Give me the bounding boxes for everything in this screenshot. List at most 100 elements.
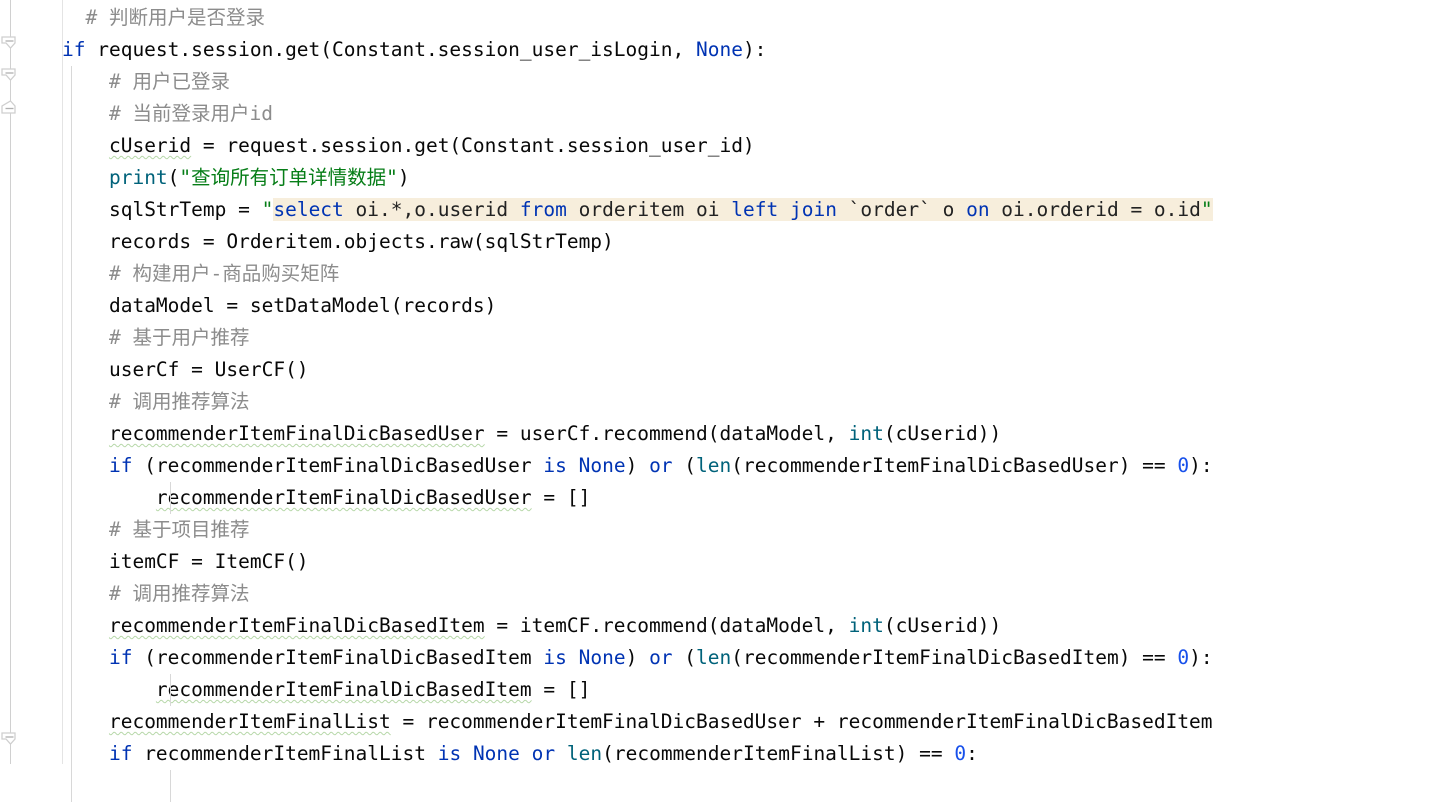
number-zero: 0	[954, 742, 967, 765]
code-text: ):	[1189, 646, 1213, 669]
builtin-len: len	[696, 646, 732, 669]
code-text: dataModel = setDataModel(records)	[108, 294, 497, 317]
comment-token: # 调用推荐算法	[108, 582, 250, 605]
sql-text: oi.*,o.userid	[343, 198, 520, 221]
sql-text: orderitem oi	[566, 198, 732, 221]
variable-recommender-item: recommenderItemFinalDicBasedItem	[155, 678, 532, 701]
sql-keyword-from: from	[519, 198, 567, 221]
code-text: = request.session.get(Constant.session_u…	[191, 134, 755, 157]
code-line-19[interactable]: # 调用推荐算法	[62, 578, 1452, 610]
code-line-14[interactable]: recommenderItemFinalDicBasedUser = userC…	[62, 418, 1452, 450]
number-zero: 0	[1177, 646, 1190, 669]
keyword-is: is	[543, 646, 567, 669]
code-line-10[interactable]: dataModel = setDataModel(records)	[62, 290, 1452, 322]
indent-guide	[71, 290, 72, 322]
indent-guide	[71, 642, 72, 674]
code-line-24[interactable]: if recommenderItemFinalList is None or l…	[62, 738, 1452, 770]
keyword-none: None	[578, 454, 626, 477]
keyword-is: is	[543, 454, 567, 477]
indent-guide	[170, 770, 171, 802]
indent-guide	[71, 66, 72, 98]
code-text: itemCF = ItemCF()	[108, 550, 309, 573]
code-line-8[interactable]: records = Orderitem.objects.raw(sqlStrTe…	[62, 226, 1452, 258]
injected-sql-fragment: select oi.*,o.userid from orderitem oi l…	[273, 198, 1213, 221]
keyword-if: if	[108, 646, 133, 669]
fold-marker-expanded-1[interactable]	[1, 36, 20, 55]
string-quote-open: "	[261, 198, 274, 221]
variable-recommender-final-list: recommenderItemFinalList	[132, 742, 438, 765]
code-text: sqlStrTemp =	[108, 198, 262, 221]
code-line-25[interactable]	[62, 770, 1452, 802]
sql-keyword-join: join	[789, 198, 837, 221]
indent-guide	[71, 674, 72, 706]
paren: (	[167, 166, 180, 189]
code-line-18[interactable]: itemCF = ItemCF()	[62, 546, 1452, 578]
code-line-9[interactable]: # 构建用户-商品购买矩阵	[62, 258, 1452, 290]
variable-recommender-final-list: recommenderItemFinalList	[108, 710, 391, 733]
code-line-3[interactable]: # 用户已登录	[62, 66, 1452, 98]
indent-guide	[71, 578, 72, 610]
code-line-12[interactable]: userCf = UserCF()	[62, 354, 1452, 386]
code-text: (	[731, 646, 744, 669]
keyword-none: None	[695, 38, 743, 61]
keyword-is: is	[437, 742, 462, 765]
code-line-1[interactable]: # 判断用户是否登录	[62, 2, 1452, 34]
builtin-int: int	[848, 614, 884, 637]
keyword-none: None	[472, 742, 520, 765]
code-line-15[interactable]: if (recommenderItemFinalDicBasedUser is …	[62, 450, 1452, 482]
code-text: request.session.get(Constant.session_use…	[85, 38, 696, 61]
keyword-if: if	[108, 454, 133, 477]
code-line-2[interactable]: if request.session.get(Constant.session_…	[62, 34, 1452, 66]
code-line-4[interactable]: # 当前登录用户id	[62, 98, 1452, 130]
sql-keyword-on: on	[966, 198, 990, 221]
code-line-16[interactable]: recommenderItemFinalDicBasedUser = []	[62, 482, 1452, 514]
code-line-6[interactable]: print("查询所有订单详情数据")	[62, 162, 1452, 194]
indent-guide	[71, 610, 72, 642]
builtin-len: len	[696, 454, 732, 477]
code-line-17[interactable]: # 基于项目推荐	[62, 514, 1452, 546]
string-quote-close: "	[1200, 198, 1213, 221]
code-text: (	[672, 646, 697, 669]
code-text: (	[132, 646, 156, 669]
keyword-none: None	[578, 646, 626, 669]
code-line-11[interactable]: # 基于用户推荐	[62, 322, 1452, 354]
code-text: ) ==	[1118, 646, 1178, 669]
sql-text: oi.orderid = o.id	[989, 198, 1201, 221]
code-editor[interactable]: # 判断用户是否登录 if request.session.get(Consta…	[0, 0, 1452, 802]
code-text: ) ==	[1118, 454, 1178, 477]
indent-guide	[170, 674, 171, 706]
code-line-5[interactable]: cUserid = request.session.get(Constant.s…	[62, 130, 1452, 162]
indent-guide	[71, 386, 72, 418]
code-line-13[interactable]: # 调用推荐算法	[62, 386, 1452, 418]
indent-guide	[71, 706, 72, 738]
code-text: = itemCF.recommend(dataModel,	[484, 614, 849, 637]
comment-token: # 基于用户推荐	[108, 326, 250, 349]
code-line-21[interactable]: if (recommenderItemFinalDicBasedItem is …	[62, 642, 1452, 674]
keyword-if: if	[108, 742, 133, 765]
variable-cuserid: cUserid	[108, 134, 192, 157]
code-text: ):	[742, 38, 767, 61]
indent-guide	[71, 514, 72, 546]
code-line-23[interactable]: recommenderItemFinalList = recommenderIt…	[62, 706, 1452, 738]
code-line-7[interactable]: sqlStrTemp = "select oi.*,o.userid from …	[62, 194, 1452, 226]
code-text: (cUserid))	[883, 422, 1002, 445]
fold-marker-expanded-4[interactable]	[1, 732, 20, 751]
comment-token: # 用户已登录	[108, 70, 230, 93]
comment-token: # 调用推荐算法	[108, 390, 250, 413]
code-line-22[interactable]: recommenderItemFinalDicBasedItem = []	[62, 674, 1452, 706]
code-line-20[interactable]: recommenderItemFinalDicBasedItem = itemC…	[62, 610, 1452, 642]
sql-keyword-select: select	[273, 198, 344, 221]
code-text: ):	[1189, 454, 1213, 477]
variable-recommender-item: recommenderItemFinalDicBasedItem	[743, 646, 1119, 669]
code-content[interactable]: # 判断用户是否登录 if request.session.get(Consta…	[62, 0, 1452, 802]
editor-gutter[interactable]	[0, 0, 63, 764]
code-text: (recommenderItemFinalList) ==	[602, 742, 955, 765]
indent-guide	[71, 770, 72, 802]
fold-marker-collapsed-3[interactable]	[1, 100, 20, 119]
builtin-print: print	[108, 166, 168, 189]
fold-marker-expanded-2[interactable]	[1, 68, 20, 87]
